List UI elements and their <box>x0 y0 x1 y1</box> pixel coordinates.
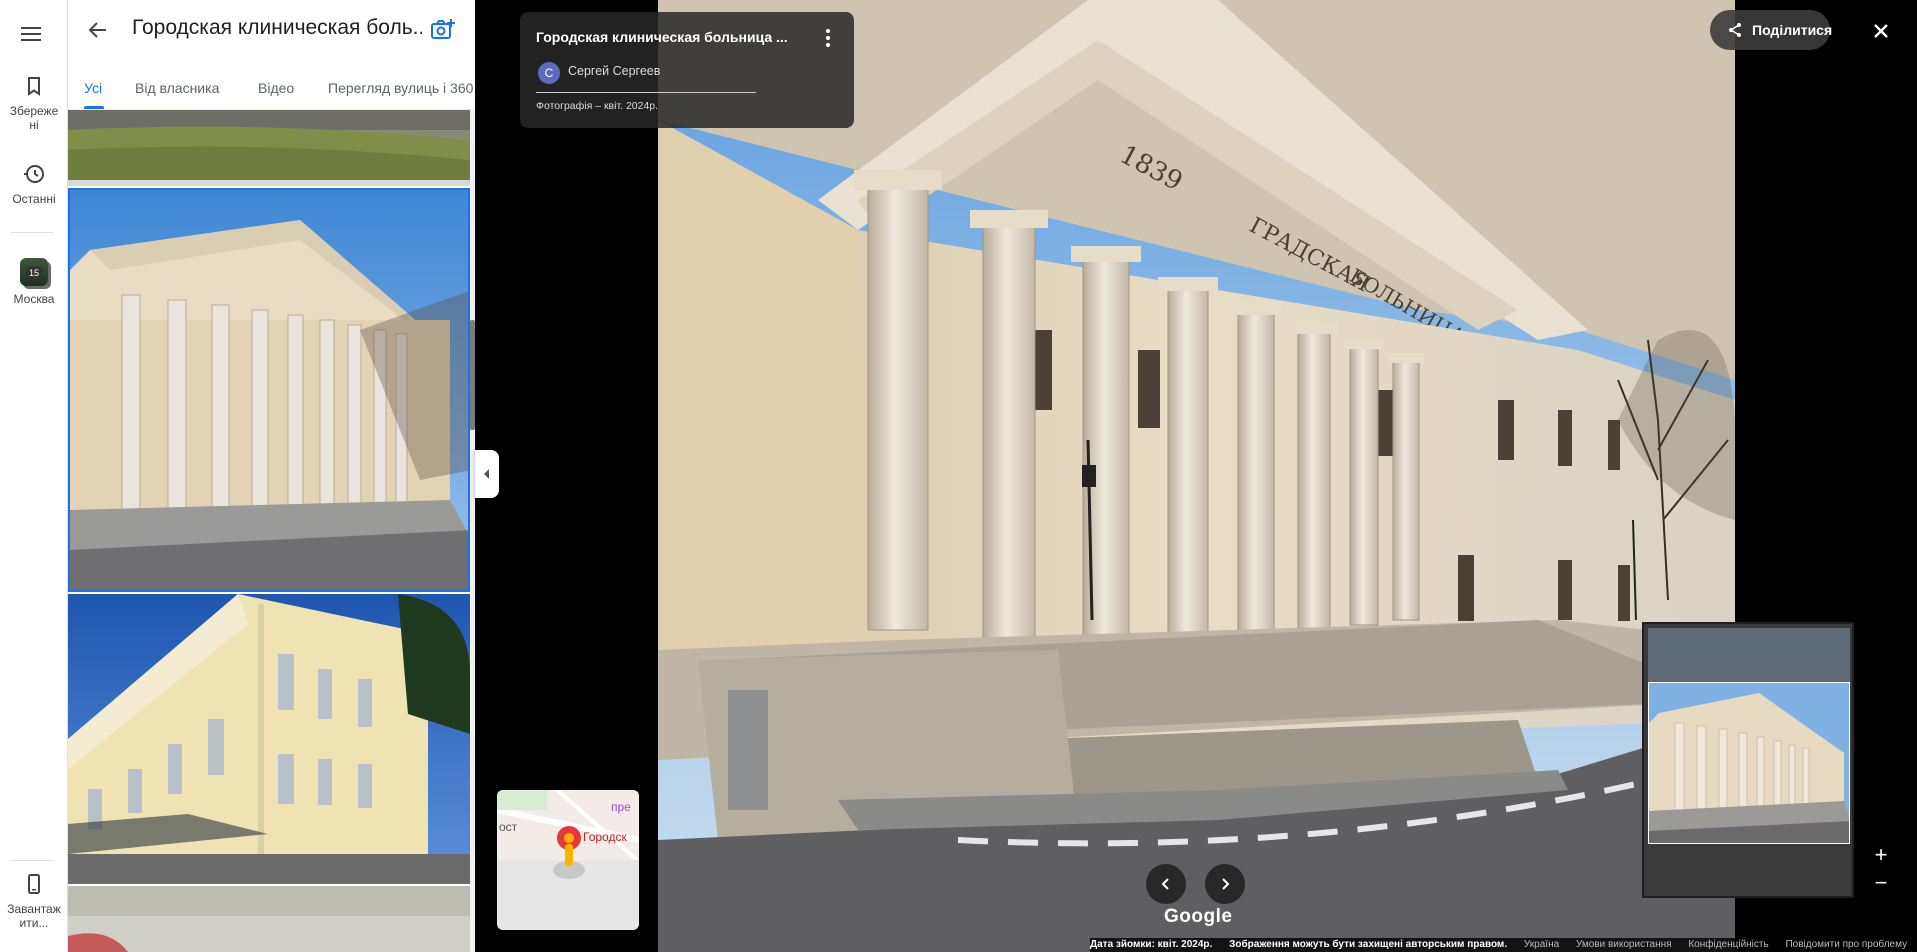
photo-thumbnail[interactable] <box>68 594 470 884</box>
rail-divider-bottom <box>10 860 54 861</box>
photo-grid <box>68 110 470 952</box>
rail-saved[interactable]: Збережені <box>0 74 68 132</box>
minimap[interactable]: пре ост Городск <box>497 790 639 930</box>
google-maps-photo-viewer: Збережені Останні 15 Москва Завантажити.… <box>0 0 1917 952</box>
next-photo-button[interactable] <box>1205 864 1245 904</box>
previous-photo-button[interactable] <box>1146 864 1186 904</box>
main-photo[interactable]: 1839 ГРАДСКАЯ БОЛЬНИЦА <box>658 0 1735 952</box>
rail-download-label: Завантажити... <box>7 902 61 930</box>
capture-date: Дата зйомки: квіт. 2024р. <box>1090 939 1213 950</box>
collapse-panel-button[interactable] <box>475 450 499 498</box>
minimap-place-label: Городск <box>583 830 627 844</box>
tab-video[interactable]: Відео <box>258 80 294 96</box>
bookmark-icon <box>28 77 40 96</box>
tab-all[interactable]: Усі <box>84 80 102 96</box>
report-problem-link[interactable]: Повідомити про проблему <box>1785 939 1907 950</box>
info-divider <box>536 92 756 93</box>
tab-from-owner[interactable]: Від власника <box>135 80 219 96</box>
zoom-out-button[interactable]: − <box>1868 870 1894 896</box>
photos-panel: Городская клинич­еская боль... Усі Від в… <box>68 0 475 952</box>
photo-thumbnail-selected[interactable] <box>68 188 470 592</box>
attribution-footer: Дата зйомки: квіт. 2024р. Зображення мож… <box>1090 938 1917 952</box>
rail-recent-label: Останні <box>12 192 56 206</box>
share-icon <box>1729 23 1741 37</box>
left-rail: Збережені Останні 15 Москва Завантажити.… <box>0 0 68 952</box>
panel-header: Городская клинич­еская боль... <box>68 0 475 60</box>
photo-viewer[interactable]: 1839 ГРАДСКАЯ БОЛЬНИЦА Городская клиниче… <box>475 0 1917 952</box>
menu-icon[interactable] <box>19 22 43 46</box>
thumbnail-current[interactable] <box>1648 682 1850 844</box>
copyright-notice: Зображення можуть бути захищені авторськ… <box>1229 939 1508 950</box>
panel-title: Городская клинич­еская боль... <box>132 16 422 39</box>
place-name[interactable]: Городская клиническая больница ... <box>536 29 796 45</box>
author-avatar[interactable]: С <box>538 62 560 84</box>
scrollbar-thumb[interactable] <box>470 320 475 430</box>
country-link[interactable]: Україна <box>1524 939 1559 950</box>
zoom-in-button[interactable]: + <box>1868 842 1894 868</box>
privacy-link[interactable]: Конфіденційність <box>1688 939 1768 950</box>
history-icon <box>24 165 44 183</box>
photo-thumbnail[interactable] <box>68 110 470 186</box>
minimap-label: пре <box>611 800 631 814</box>
minimap-label: ост <box>499 820 518 834</box>
photo-thumbnail[interactable] <box>68 886 470 952</box>
rail-divider <box>10 232 54 233</box>
pegman-icon <box>553 826 585 879</box>
rail-moscow[interactable]: 15 Москва <box>0 258 68 306</box>
active-tab-indicator <box>84 106 104 109</box>
thumbnail-top <box>1648 628 1850 684</box>
photo-date: Фотографія – квіт. 2024р. <box>536 100 659 112</box>
moscow-badge: 15 <box>26 266 42 280</box>
chevron-left-icon <box>1161 878 1169 890</box>
share-label: Поділитися <box>1752 22 1833 38</box>
google-logo: Google <box>1164 906 1233 927</box>
back-arrow-icon[interactable] <box>86 18 110 42</box>
phone-icon <box>28 874 40 894</box>
scrollbar-track[interactable] <box>470 110 475 952</box>
moscow-thumbnail: 15 <box>20 258 48 286</box>
chevron-right-icon <box>1222 878 1230 890</box>
more-vert-icon[interactable] <box>816 26 840 50</box>
rail-moscow-label: Москва <box>13 292 55 306</box>
caret-left-icon <box>484 469 489 479</box>
terms-link[interactable]: Умови використання <box>1576 939 1672 950</box>
share-button[interactable]: Поділитися <box>1710 10 1833 50</box>
photo-tabs: Усі Від власника Відео Перегляд вулиць і… <box>68 70 475 110</box>
rail-recent[interactable]: Останні <box>0 162 68 206</box>
rail-download[interactable]: Завантажити... <box>0 872 68 930</box>
add-photo-icon[interactable] <box>430 17 456 43</box>
thumbnail-strip[interactable] <box>1642 622 1854 898</box>
rail-saved-label: Збережені <box>9 104 59 132</box>
close-icon[interactable] <box>1868 18 1894 44</box>
tab-street-view[interactable]: Перегляд вулиць і 360 <box>328 80 473 96</box>
photo-info-card: Городская клиническая больница ... С Сер… <box>520 12 854 128</box>
author-name[interactable]: Сергей Сергеев <box>568 64 660 78</box>
